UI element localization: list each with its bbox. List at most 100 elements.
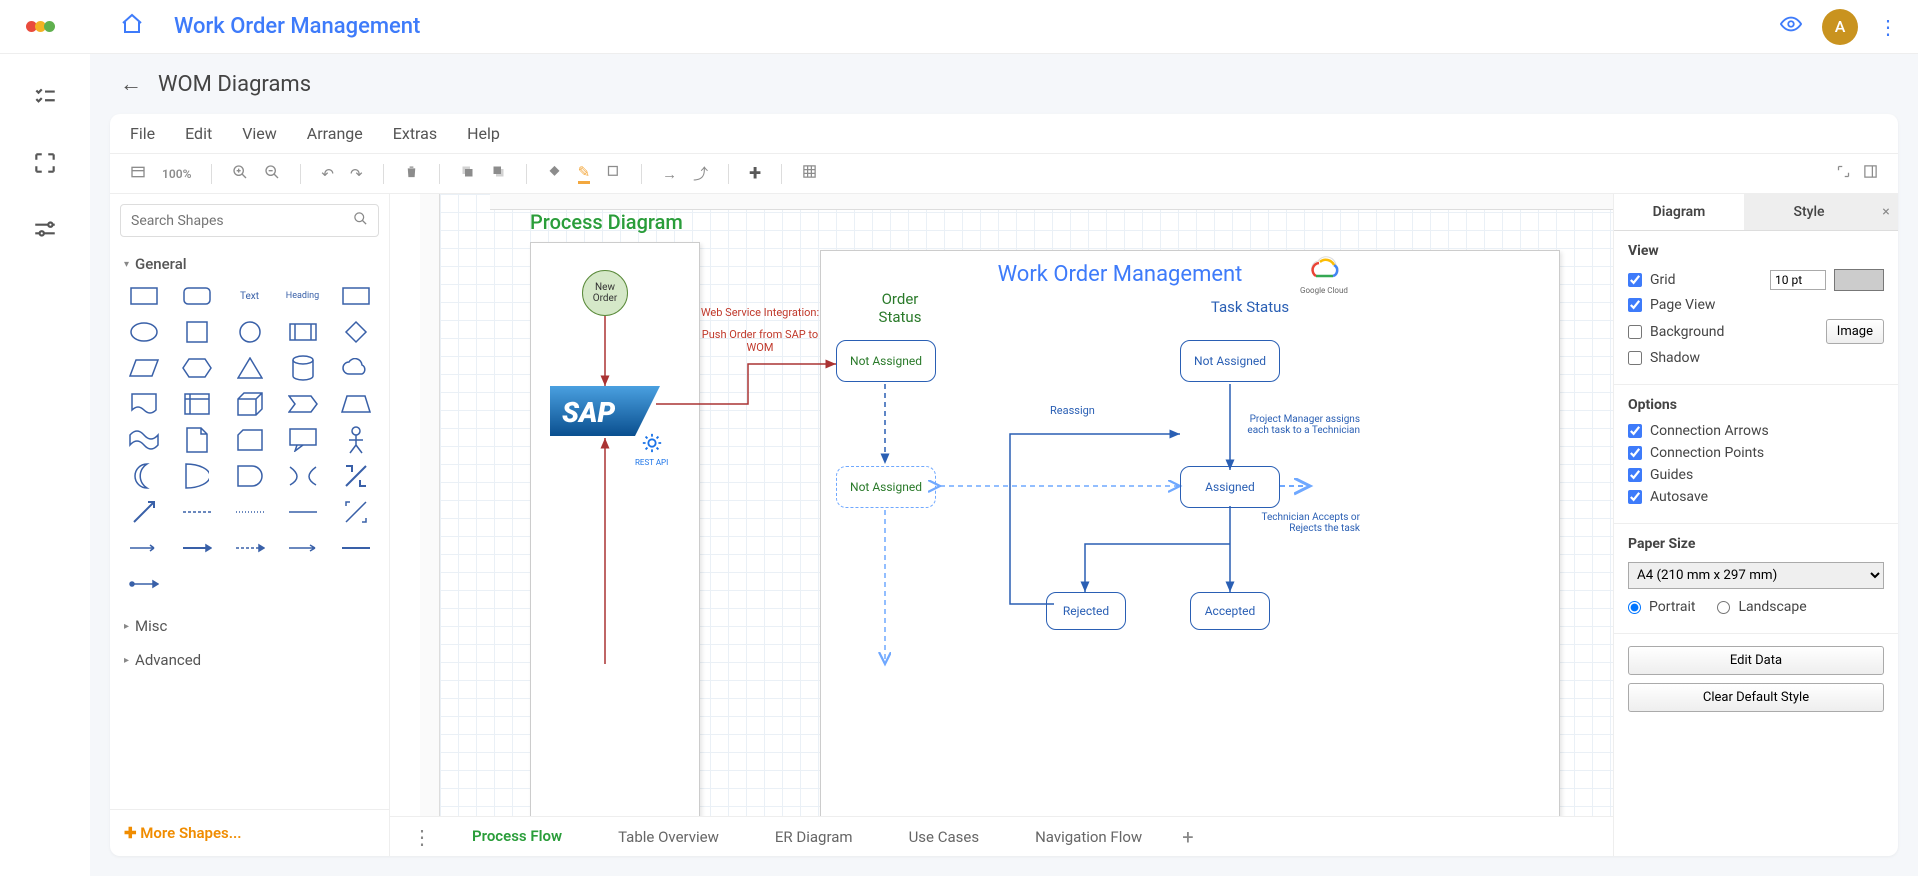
landscape-radio[interactable] [1717,601,1730,614]
shape-line-dashed[interactable] [173,497,220,527]
shape-arrow-diag[interactable] [120,497,167,527]
shape-note[interactable] [173,425,220,455]
zoom-fit-icon[interactable]: 100% [162,167,191,181]
shape-ellipse[interactable] [120,317,167,347]
settings-sliders-icon[interactable] [32,216,58,242]
shape-trapezoid[interactable] [332,389,379,419]
fill-color-icon[interactable] [547,164,562,183]
section-misc[interactable]: Misc [110,609,389,643]
avatar[interactable]: A [1822,9,1858,45]
menu-view[interactable]: View [242,124,277,143]
shape-step[interactable] [279,389,326,419]
shape-diamond[interactable] [332,317,379,347]
shape-dir-line[interactable] [120,533,167,563]
paper-size-select[interactable]: A4 (210 mm x 297 mm) [1628,562,1884,589]
shape-tape[interactable] [120,425,167,455]
tab-use-cases[interactable]: Use Cases [881,818,1008,856]
redo-icon[interactable]: ↷ [350,165,363,183]
kebab-menu-icon[interactable]: ⋮ [1878,15,1898,39]
sap-logo[interactable]: SAP [550,386,660,436]
menu-file[interactable]: File [130,124,155,143]
shape-link-dashed-arrow[interactable] [226,533,273,563]
tasks-icon[interactable] [32,84,58,110]
shape-moon[interactable] [120,461,167,491]
conn-points-checkbox[interactable] [1628,446,1642,460]
shape-heading[interactable]: Heading [279,281,326,311]
image-button[interactable]: Image [1826,319,1884,344]
line-color-icon[interactable]: ✎ [578,163,591,184]
shape-and[interactable] [226,461,273,491]
shape-parallelogram[interactable] [120,353,167,383]
shape-internal-storage[interactable] [173,389,220,419]
node-order-not-assigned[interactable]: Not Assigned [836,340,936,382]
autosave-checkbox[interactable] [1628,490,1642,504]
node-task-not-assigned[interactable]: Not Assigned [1180,340,1280,382]
node-task-assigned[interactable]: Assigned [1180,466,1280,508]
back-arrow-icon[interactable]: ← [120,71,142,97]
view-mode-icon[interactable] [130,164,146,184]
tab-table-overview[interactable]: Table Overview [590,818,747,856]
to-back-icon[interactable] [491,164,506,183]
grid-checkbox[interactable] [1628,273,1642,287]
portrait-radio[interactable] [1628,601,1641,614]
fullscreen-icon[interactable] [32,150,58,176]
format-panel-icon[interactable] [1863,164,1878,183]
to-front-icon[interactable] [460,164,475,183]
search-input[interactable] [131,213,353,229]
shape-card[interactable] [226,425,273,455]
shape-line-dotted[interactable] [226,497,273,527]
add-icon[interactable]: + [749,161,761,186]
more-shapes-button[interactable]: ✚ More Shapes... [110,809,389,856]
shape-square[interactable] [173,317,220,347]
menu-help[interactable]: Help [467,124,500,143]
connection-icon[interactable]: → [662,165,677,183]
pageview-checkbox[interactable] [1628,298,1642,312]
shape-document[interactable] [120,389,167,419]
shape-cylinder[interactable] [279,353,326,383]
shape-text[interactable]: Text [226,281,273,311]
search-icon[interactable] [353,211,368,230]
shape-rect[interactable] [120,281,167,311]
undo-icon[interactable]: ↶ [321,165,334,183]
expand-icon[interactable] [1836,164,1851,183]
preview-icon[interactable] [1780,13,1802,40]
menu-arrange[interactable]: Arrange [307,124,363,143]
shape-callout[interactable] [279,425,326,455]
shape-line[interactable] [279,497,326,527]
section-advanced[interactable]: Advanced [110,643,389,677]
guides-checkbox[interactable] [1628,468,1642,482]
shadow-icon[interactable] [606,164,621,183]
zoom-in-icon[interactable] [232,164,248,184]
tab-process-flow[interactable]: Process Flow [444,817,590,857]
tab-navigation-flow[interactable]: Navigation Flow [1007,818,1170,856]
shape-circle[interactable] [226,317,273,347]
shape-arrow-bidir-diag[interactable] [332,461,379,491]
shape-link-open-arrow[interactable] [279,533,326,563]
shapes-search[interactable] [120,204,379,237]
shape-triangle[interactable] [226,353,273,383]
grid-color-swatch[interactable] [1834,269,1884,291]
shape-link-solid-arrow[interactable] [173,533,220,563]
tab-er-diagram[interactable]: ER Diagram [747,818,881,856]
menu-extras[interactable]: Extras [393,124,437,143]
shape-cloud[interactable] [332,353,379,383]
conn-arrows-checkbox[interactable] [1628,424,1642,438]
home-icon[interactable] [120,12,144,42]
menu-edit[interactable]: Edit [185,124,212,143]
shape-rounded-rect[interactable] [173,281,220,311]
edit-data-button[interactable]: Edit Data [1628,646,1884,675]
zoom-out-icon[interactable] [264,164,280,184]
shape-or[interactable] [173,461,220,491]
shadow-checkbox[interactable] [1628,351,1642,365]
shape-box[interactable] [332,281,379,311]
grid-size-input[interactable] [1770,270,1826,290]
node-accepted[interactable]: Accepted [1190,592,1270,630]
shape-actor[interactable] [332,425,379,455]
section-general[interactable]: General [110,247,389,281]
tab-menu-icon[interactable]: ⋮ [400,825,444,849]
tab-style[interactable]: Style [1744,194,1874,230]
shape-hexagon[interactable] [173,353,220,383]
table-icon[interactable] [802,164,817,183]
tab-diagram[interactable]: Diagram [1614,194,1744,230]
shape-link-dot-arrow[interactable] [120,569,167,599]
